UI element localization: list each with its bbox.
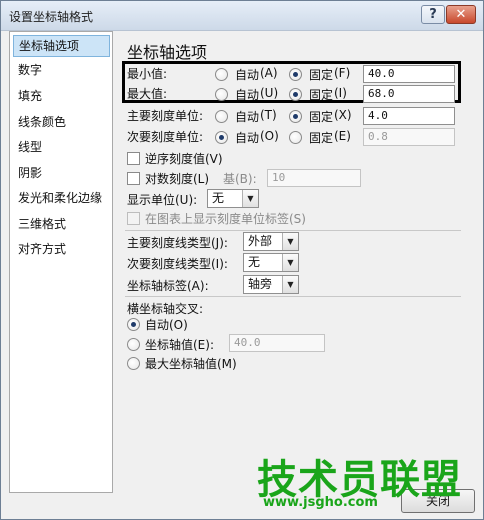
max-auto-radio[interactable] bbox=[215, 88, 228, 101]
category-list: 坐标轴选项 数字 填充 线条颜色 线型 阴影 发光和柔化边缘 三维格式 对齐方式 bbox=[9, 31, 113, 493]
major-unit-auto-key: (T) bbox=[260, 108, 277, 122]
display-unit-label: 显示单位(U): bbox=[127, 193, 198, 207]
log-base-label: 基(B): bbox=[223, 172, 257, 186]
max-label: 最大值: bbox=[127, 87, 168, 101]
major-unit-auto-radio[interactable] bbox=[215, 110, 228, 123]
display-unit-select[interactable]: 无 ▼ bbox=[207, 189, 259, 208]
major-unit-input[interactable]: 4.0 bbox=[363, 107, 455, 125]
sidebar-item-shadow[interactable]: 阴影 bbox=[13, 162, 110, 184]
panel-title: 坐标轴选项 bbox=[127, 43, 208, 62]
chevron-down-icon: ▼ bbox=[282, 276, 298, 293]
minor-unit-fixed-label: 固定 bbox=[309, 131, 334, 145]
cross-auto-radio[interactable] bbox=[127, 318, 140, 331]
min-auto-label: 自动 bbox=[235, 68, 260, 82]
title-bar: 设置坐标轴格式 ? ✕ bbox=[1, 1, 483, 31]
log-scale-label: 对数刻度(L) bbox=[145, 172, 210, 186]
minor-tick-value: 无 bbox=[248, 255, 261, 269]
major-unit-auto-label: 自动 bbox=[235, 110, 260, 124]
cross-value-label: 坐标轴值(E): bbox=[145, 338, 214, 352]
max-fixed-radio[interactable] bbox=[289, 88, 302, 101]
cross-value-radio[interactable] bbox=[127, 338, 140, 351]
chevron-down-icon: ▼ bbox=[242, 190, 258, 207]
minor-unit-fixed-key: (E) bbox=[334, 129, 351, 143]
sidebar-item-line-style[interactable]: 线型 bbox=[13, 136, 110, 158]
min-fixed-radio[interactable] bbox=[289, 68, 302, 81]
sidebar-item-3d-format[interactable]: 三维格式 bbox=[13, 213, 110, 235]
major-unit-fixed-label: 固定 bbox=[309, 110, 334, 124]
major-unit-fixed-radio[interactable] bbox=[289, 110, 302, 123]
sidebar-item-fill[interactable]: 填充 bbox=[13, 85, 110, 107]
sidebar-item-line-color[interactable]: 线条颜色 bbox=[13, 111, 110, 133]
close-window-button[interactable]: ✕ bbox=[446, 5, 476, 24]
minor-unit-label: 次要刻度单位: bbox=[127, 130, 204, 144]
major-tick-select[interactable]: 外部 ▼ bbox=[243, 232, 299, 251]
show-unit-label-checkbox[interactable] bbox=[127, 212, 140, 225]
sidebar-item-alignment[interactable]: 对齐方式 bbox=[13, 238, 110, 260]
axis-labels-value: 轴旁 bbox=[248, 277, 273, 291]
axis-crosses-title: 横坐标轴交叉: bbox=[127, 302, 204, 316]
sidebar-item-axis-options[interactable]: 坐标轴选项 bbox=[13, 35, 110, 57]
show-unit-label-text: 在图表上显示刻度单位标签(S) bbox=[145, 212, 306, 226]
divider bbox=[125, 296, 461, 297]
minor-unit-auto-key: (O) bbox=[260, 129, 279, 143]
help-icon: ? bbox=[429, 7, 437, 22]
divider bbox=[125, 230, 461, 231]
major-unit-fixed-key: (X) bbox=[334, 108, 352, 122]
cross-max-radio[interactable] bbox=[127, 357, 140, 370]
axis-options-panel: 坐标轴选项 最小值: 自动 (A) 固定 (F) 40.0 最大值: 自动 (U… bbox=[119, 31, 469, 501]
minor-unit-input[interactable]: 0.8 bbox=[363, 128, 455, 146]
reverse-order-checkbox[interactable] bbox=[127, 152, 140, 165]
axis-labels-select[interactable]: 轴旁 ▼ bbox=[243, 275, 299, 294]
min-auto-radio[interactable] bbox=[215, 68, 228, 81]
max-value-input[interactable]: 68.0 bbox=[363, 85, 455, 103]
chevron-down-icon: ▼ bbox=[282, 233, 298, 250]
min-label: 最小值: bbox=[127, 67, 168, 81]
cross-value-input[interactable]: 40.0 bbox=[229, 334, 325, 352]
minor-unit-auto-radio[interactable] bbox=[215, 131, 228, 144]
min-fixed-key: (F) bbox=[334, 66, 351, 80]
min-value-input[interactable]: 40.0 bbox=[363, 65, 455, 83]
axis-labels-label: 坐标轴标签(A): bbox=[127, 279, 209, 293]
max-auto-key: (U) bbox=[260, 86, 279, 100]
minor-tick-label: 次要刻度线类型(I): bbox=[127, 257, 228, 271]
log-scale-checkbox[interactable] bbox=[127, 172, 140, 185]
min-auto-key: (A) bbox=[260, 66, 278, 80]
log-base-input[interactable]: 10 bbox=[267, 169, 361, 187]
major-tick-label: 主要刻度线类型(J): bbox=[127, 236, 228, 250]
cross-auto-label: 自动(O) bbox=[145, 318, 188, 332]
minor-unit-fixed-radio[interactable] bbox=[289, 131, 302, 144]
sidebar-item-glow-soft-edges[interactable]: 发光和柔化边缘 bbox=[13, 187, 110, 209]
sidebar-item-number[interactable]: 数字 bbox=[13, 59, 110, 81]
chevron-down-icon: ▼ bbox=[282, 254, 298, 271]
reverse-order-label: 逆序刻度值(V) bbox=[145, 152, 223, 166]
display-unit-value: 无 bbox=[212, 191, 225, 205]
format-axis-dialog: 设置坐标轴格式 ? ✕ 坐标轴选项 数字 填充 线条颜色 线型 阴影 发光和柔化… bbox=[0, 0, 484, 520]
dialog-title: 设置坐标轴格式 bbox=[9, 10, 94, 24]
max-fixed-key: (I) bbox=[334, 86, 347, 100]
major-tick-value: 外部 bbox=[248, 234, 273, 248]
help-button[interactable]: ? bbox=[421, 5, 445, 24]
min-fixed-label: 固定 bbox=[309, 68, 334, 82]
max-fixed-label: 固定 bbox=[309, 88, 334, 102]
cross-max-label: 最大坐标轴值(M) bbox=[145, 357, 237, 371]
major-unit-label: 主要刻度单位: bbox=[127, 109, 204, 123]
watermark-url: www.jsgho.com bbox=[263, 495, 378, 510]
close-icon: ✕ bbox=[455, 7, 467, 22]
max-auto-label: 自动 bbox=[235, 88, 260, 102]
minor-unit-auto-label: 自动 bbox=[235, 131, 260, 145]
minor-tick-select[interactable]: 无 ▼ bbox=[243, 253, 299, 272]
